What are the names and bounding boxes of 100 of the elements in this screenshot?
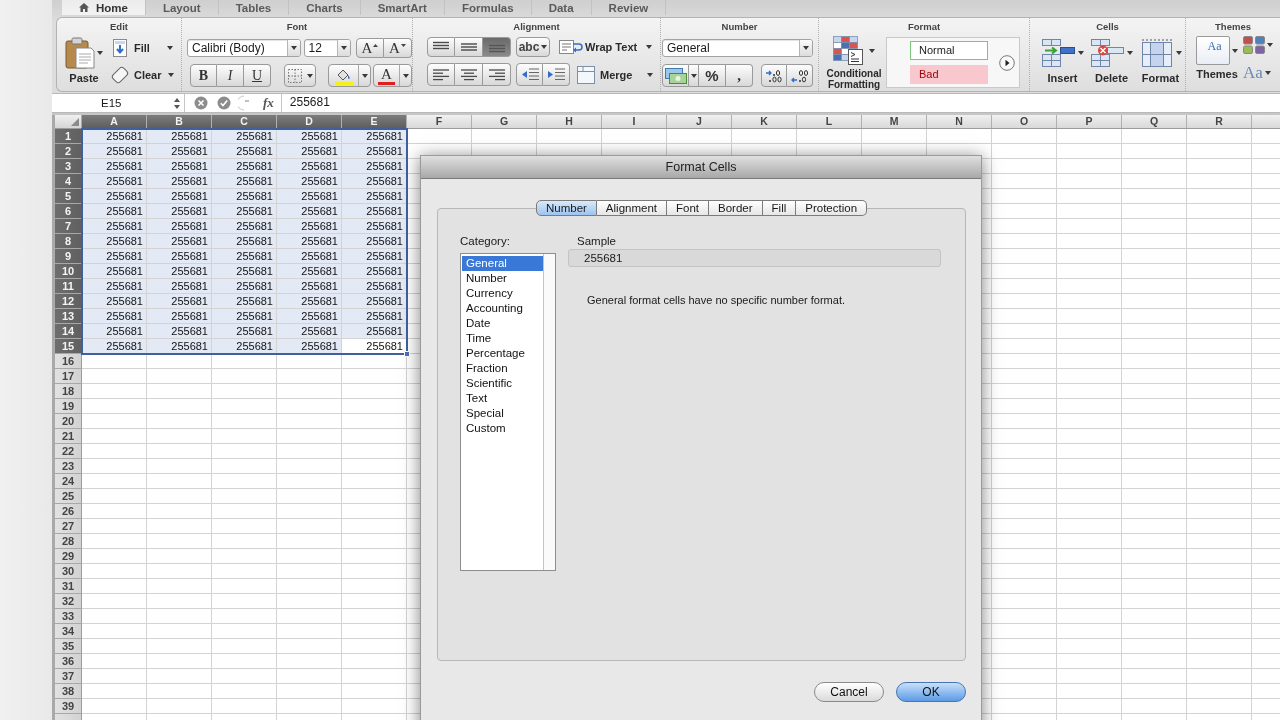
spreadsheet-cell[interactable]: 255681 <box>212 189 277 204</box>
row-header[interactable]: 30 <box>55 564 82 579</box>
cell-style[interactable]: Bad <box>910 65 988 84</box>
row-header[interactable]: 29 <box>55 549 82 564</box>
spreadsheet-cell[interactable]: 255681 <box>342 234 407 249</box>
formula-input[interactable]: 255681 <box>280 94 1280 112</box>
spreadsheet-cell[interactable]: 255681 <box>82 249 147 264</box>
spreadsheet-cell[interactable]: 255681 <box>277 234 342 249</box>
ribbon-tab[interactable]: Home <box>62 0 146 15</box>
spreadsheet-cell[interactable]: 255681 <box>342 174 407 189</box>
row-header[interactable]: 27 <box>55 519 82 534</box>
category-item[interactable]: Accounting <box>462 301 543 316</box>
orientation-button[interactable]: abc <box>516 37 550 57</box>
spreadsheet-cell[interactable]: 255681 <box>212 249 277 264</box>
category-item[interactable]: Number <box>462 271 543 286</box>
spreadsheet-cell[interactable]: 255681 <box>212 144 277 159</box>
spreadsheet-cell[interactable]: 255681 <box>147 249 212 264</box>
spreadsheet-cell[interactable]: 255681 <box>342 219 407 234</box>
spreadsheet-cell[interactable]: 255681 <box>277 324 342 339</box>
spreadsheet-cell[interactable]: 255681 <box>82 339 147 354</box>
cell-style[interactable]: Normal <box>910 41 988 60</box>
spreadsheet-cell[interactable]: 255681 <box>342 309 407 324</box>
percent-button[interactable]: % <box>699 64 726 87</box>
spreadsheet-cell[interactable]: 255681 <box>212 219 277 234</box>
column-header[interactable]: R <box>1187 115 1252 128</box>
font-size-dropdown[interactable]: 12 <box>303 39 351 57</box>
function-button[interactable]: fx <box>260 95 277 111</box>
spreadsheet-cell[interactable]: 255681 <box>277 339 342 354</box>
spreadsheet-cell[interactable]: 255681 <box>82 129 147 144</box>
row-header[interactable]: 9 <box>55 249 82 264</box>
spreadsheet-cell[interactable]: 255681 <box>147 294 212 309</box>
accounting-menu-button[interactable] <box>689 64 699 87</box>
spreadsheet-cell[interactable]: 255681 <box>212 174 277 189</box>
row-header[interactable]: 24 <box>55 474 82 489</box>
themes-button[interactable]: Aa Themes <box>1194 36 1240 91</box>
grow-font-button[interactable]: A <box>356 38 384 58</box>
column-header[interactable]: C <box>212 115 277 128</box>
format-cells-button[interactable]: Format <box>1136 36 1185 91</box>
dialog-button[interactable]: Cancel <box>814 682 884 702</box>
category-item[interactable]: Time <box>462 331 543 346</box>
category-item[interactable]: Percentage <box>462 346 543 361</box>
spreadsheet-cell[interactable]: 255681 <box>82 144 147 159</box>
category-item[interactable]: Custom <box>462 421 543 436</box>
spreadsheet-cell[interactable]: 255681 <box>82 189 147 204</box>
column-header[interactable]: L <box>797 115 862 128</box>
spreadsheet-cell[interactable]: 255681 <box>147 204 212 219</box>
row-header[interactable]: 2 <box>55 144 82 159</box>
spreadsheet-cell[interactable]: 255681 <box>342 249 407 264</box>
spreadsheet-cell[interactable]: 255681 <box>277 174 342 189</box>
spreadsheet-cell[interactable]: 255681 <box>342 264 407 279</box>
number-format-dropdown[interactable]: General <box>662 39 813 57</box>
spreadsheet-cell[interactable]: 255681 <box>82 159 147 174</box>
row-header[interactable]: 22 <box>55 444 82 459</box>
dialog-tab[interactable]: Alignment <box>596 200 667 216</box>
spreadsheet-cell[interactable]: 255681 <box>277 309 342 324</box>
spreadsheet-cell[interactable]: 255681 <box>277 219 342 234</box>
vertical-align-button[interactable] <box>455 37 483 57</box>
spreadsheet-cell[interactable]: 255681 <box>82 219 147 234</box>
spreadsheet-cell[interactable]: 255681 <box>82 264 147 279</box>
font-name-dropdown[interactable]: Calibri (Body) <box>187 39 301 57</box>
spreadsheet-cell[interactable]: 255681 <box>212 279 277 294</box>
row-header[interactable]: 21 <box>55 429 82 444</box>
row-header[interactable]: 23 <box>55 459 82 474</box>
spreadsheet-cell[interactable]: 255681 <box>147 129 212 144</box>
row-header[interactable]: 15 <box>55 339 82 354</box>
check-circle-icon[interactable] <box>217 96 231 110</box>
ribbon-tab[interactable]: Tables <box>218 0 290 15</box>
row-header[interactable]: 36 <box>55 654 82 669</box>
spreadsheet-cell[interactable]: 255681 <box>277 129 342 144</box>
delete-cells-button[interactable]: Delete <box>1087 36 1136 91</box>
select-all-button[interactable] <box>55 115 82 128</box>
spreadsheet-cell[interactable]: 255681 <box>212 204 277 219</box>
spreadsheet-cell[interactable]: 255681 <box>212 129 277 144</box>
spreadsheet-cell[interactable]: 255681 <box>277 264 342 279</box>
gallery-scroll-button[interactable] <box>999 54 1015 71</box>
row-header[interactable]: 38 <box>55 684 82 699</box>
column-header[interactable]: N <box>927 115 992 128</box>
column-header[interactable]: Q <box>1122 115 1187 128</box>
row-header[interactable]: 26 <box>55 504 82 519</box>
spreadsheet-cell[interactable]: 255681 <box>342 324 407 339</box>
column-header[interactable]: B <box>147 115 212 128</box>
ribbon-tab[interactable]: Formulas <box>444 0 532 15</box>
clear-button[interactable]: Clear <box>110 64 174 86</box>
horizontal-align-button[interactable] <box>455 63 483 86</box>
row-header[interactable]: 35 <box>55 639 82 654</box>
ribbon-tab[interactable]: Review <box>591 0 667 15</box>
spreadsheet-cell[interactable]: 255681 <box>212 324 277 339</box>
italic-button[interactable]: I <box>217 64 244 87</box>
spreadsheet-cell[interactable]: 255681 <box>342 204 407 219</box>
row-header[interactable]: 5 <box>55 189 82 204</box>
row-header[interactable]: 13 <box>55 309 82 324</box>
borders-button[interactable] <box>284 64 316 87</box>
ribbon-tab[interactable]: SmartArt <box>360 0 445 15</box>
dialog-tab[interactable]: Protection <box>796 200 868 216</box>
spreadsheet-cell[interactable]: 255681 <box>277 204 342 219</box>
conditional-formatting-button[interactable]: Conditional Formatting <box>825 36 883 91</box>
spreadsheet-cell[interactable]: 255681 <box>147 309 212 324</box>
column-header[interactable]: P <box>1057 115 1122 128</box>
column-header[interactable]: G <box>472 115 537 128</box>
row-header[interactable]: 12 <box>55 294 82 309</box>
